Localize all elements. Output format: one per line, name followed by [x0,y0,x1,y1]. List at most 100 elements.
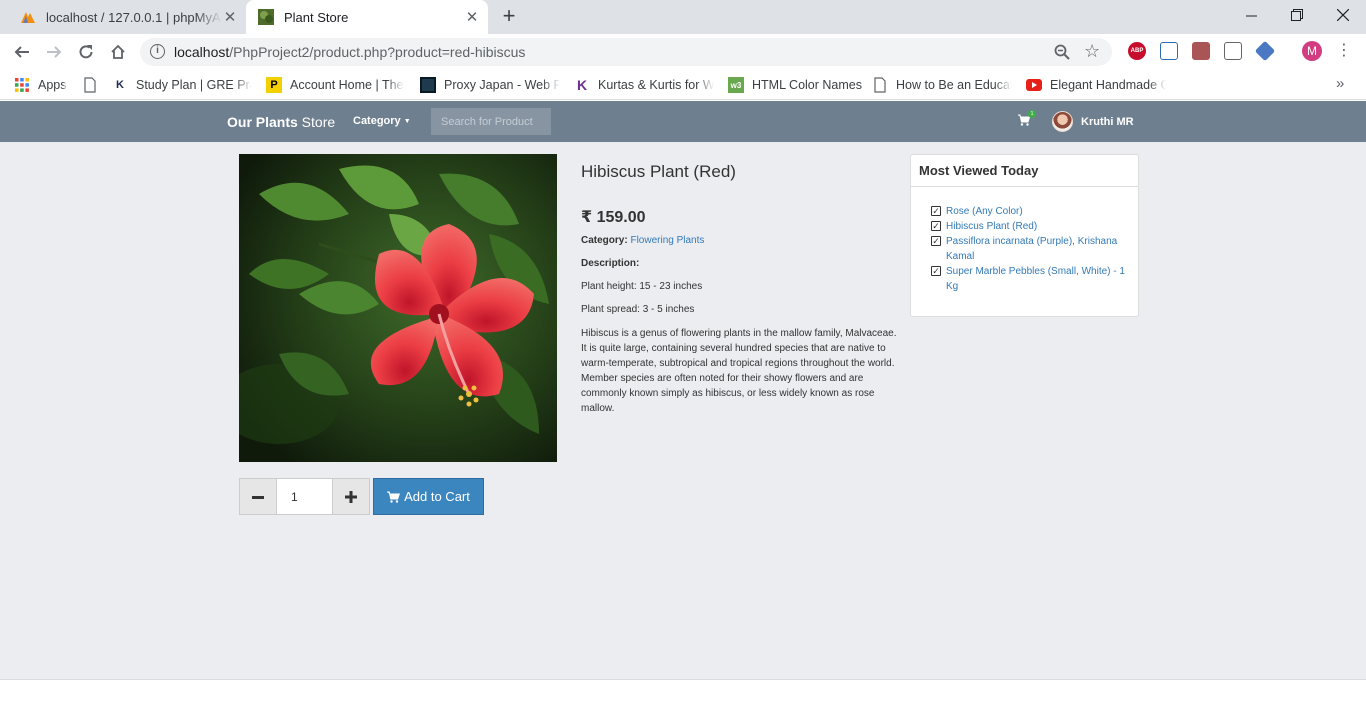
category-link[interactable]: Flowering Plants [630,235,704,246]
category-label: Category [353,115,401,127]
more-menu-icon[interactable]: ⋮ [1336,40,1352,60]
bookmark-star-icon[interactable]: ☆ [1084,41,1100,62]
checkbox-checked-icon: ✓ [931,206,941,216]
checkbox-checked-icon: ✓ [931,221,941,231]
close-tab-icon[interactable]: ✕ [222,8,238,26]
bookmark-how-to-educator[interactable]: How to Be an Educat [872,76,1012,94]
url-host: localhost [174,44,230,60]
product-search-input[interactable] [431,108,551,135]
bookmark-label: Apps [38,78,67,92]
product-price: ₹ 159.00 [581,209,646,226]
tab-plant-store[interactable]: Plant Store ✕ [246,0,488,34]
bookmark-elegant-handmade[interactable]: Elegant Handmade G [1026,76,1166,94]
browser-toolbar: i localhost/PhpProject2/product.php?prod… [0,34,1366,70]
page-icon [874,77,886,93]
quantity-input[interactable] [277,478,332,515]
most-viewed-link[interactable]: Rose (Any Color) [946,206,1023,217]
tab-title: Plant Store [284,9,349,25]
most-viewed-link[interactable]: Passiflora incarnata (Purple), Krishana … [946,236,1117,262]
close-window-icon[interactable] [1320,0,1366,30]
site-brand[interactable]: Our Plants Store [227,114,335,130]
tab-phpmyadmin[interactable]: localhost / 127.0.0.1 | phpMyAdmin ✕ [10,0,246,34]
add-to-cart-label: Add to Cart [404,489,470,504]
brand-rest: Store [297,114,336,130]
url-text[interactable]: localhost/PhpProject2/product.php?produc… [174,44,525,60]
site-navbar: Our Plants Store Category▼ 1 Kruthi MR [0,101,1366,142]
page-footer [0,679,1366,728]
bookmark-apps[interactable]: Apps [14,76,74,94]
youtube-icon [1026,79,1042,91]
address-bar[interactable]: i localhost/PhpProject2/product.php?prod… [140,38,1112,66]
most-viewed-link[interactable]: Hibiscus Plant (Red) [946,221,1037,232]
bookmark-label: How to Be an Educat [896,78,1012,92]
bookmark-kurtas[interactable]: K Kurtas & Kurtis for W [574,76,714,94]
back-arrow-icon[interactable] [8,38,36,66]
increase-quantity-button[interactable] [332,478,370,515]
k-purple-icon: K [576,77,588,93]
quantity-stepper [239,478,370,515]
extension-icon[interactable] [1160,42,1178,60]
description-label: Description: [581,258,640,269]
category-label: Category: [581,235,628,246]
bookmark-label: Account Home | The [290,78,404,92]
bookmark-label: Kurtas & Kurtis for W [598,78,714,92]
bookmark-label: Study Plan | GRE Prac [136,78,252,92]
extension-icon[interactable] [1224,42,1242,60]
plus-icon [345,490,357,503]
most-viewed-link[interactable]: Super Marble Pebbles (Small, White) - 1 … [946,266,1125,292]
color-names-icon: w3 [728,77,744,93]
forward-arrow-icon[interactable] [40,38,68,66]
proxy-icon [420,77,436,93]
k-logo-icon: K [116,79,124,91]
new-tab-icon[interactable]: + [498,5,520,28]
product-title: Hibiscus Plant (Red) [581,162,736,181]
home-icon[interactable] [104,38,132,66]
bookmark-proxy-japan[interactable]: Proxy Japan - Web Pr [420,76,560,94]
tab-title: localhost / 127.0.0.1 | phpMyAdmin [46,9,222,25]
checkbox-checked-icon: ✓ [931,266,941,276]
list-item[interactable]: ✓ Rose (Any Color) [931,204,1131,219]
zoom-icon[interactable] [1054,43,1070,61]
minimize-icon[interactable] [1228,0,1274,30]
user-avatar[interactable] [1052,111,1073,132]
plant-height: Plant height: 15 - 23 inches [581,281,703,292]
list-item[interactable]: ✓ Passiflora incarnata (Purple), Krishana… [931,234,1131,264]
browser-tab-strip: localhost / 127.0.0.1 | phpMyAdmin ✕ Pla… [0,0,1366,34]
apps-grid-icon [15,78,29,92]
restore-icon[interactable] [1274,0,1320,30]
bookmark-label: Proxy Japan - Web Pr [444,78,560,92]
list-item[interactable]: ✓ Hibiscus Plant (Red) [931,219,1131,234]
bookmark-label: HTML Color Names [752,78,862,92]
decrease-quantity-button[interactable] [239,478,277,515]
p-logo-icon: P [266,77,282,93]
brand-bold: Our Plants [227,114,298,130]
profile-avatar[interactable]: M [1302,41,1322,61]
extension-icon[interactable] [1254,40,1276,62]
adblock-extension-icon[interactable]: ABP [1128,42,1146,60]
page-icon [84,77,96,93]
list-item[interactable]: ✓ Super Marble Pebbles (Small, White) - 1… [931,264,1131,294]
bookmark-account-home[interactable]: P Account Home | The [266,76,406,94]
pdf-extension-icon[interactable] [1192,42,1210,60]
product-image [239,154,557,462]
more-bookmarks-chevron-icon[interactable]: » [1336,75,1344,92]
most-viewed-title: Most Viewed Today [911,155,1138,187]
product-category: Category: Flowering Plants [581,235,704,246]
caret-down-icon: ▼ [403,118,411,125]
product-description: Hibiscus is a genus of flowering plants … [581,328,897,414]
site-info-icon[interactable]: i [150,44,165,59]
reload-icon[interactable] [72,38,100,66]
add-to-cart-button[interactable]: Add to Cart [373,478,484,515]
bookmark-html-colors[interactable]: w3 HTML Color Names [728,76,868,94]
bookmark-study-plan[interactable]: K Study Plan | GRE Prac [112,76,252,94]
plant-favicon [258,9,274,25]
cart-icon [387,491,401,503]
close-tab-icon[interactable]: ✕ [464,8,480,26]
description-heading: Description: [581,258,639,269]
url-path: /PhpProject2/product.php?product=red-hib… [229,44,526,60]
phpmyadmin-icon [21,12,35,23]
user-name[interactable]: Kruthi MR [1081,116,1134,128]
most-viewed-list: ✓ Rose (Any Color) ✓ Hibiscus Plant (Red) … [931,204,1131,294]
bookmark-page[interactable] [82,76,102,94]
category-dropdown[interactable]: Category ▼ [353,115,411,127]
